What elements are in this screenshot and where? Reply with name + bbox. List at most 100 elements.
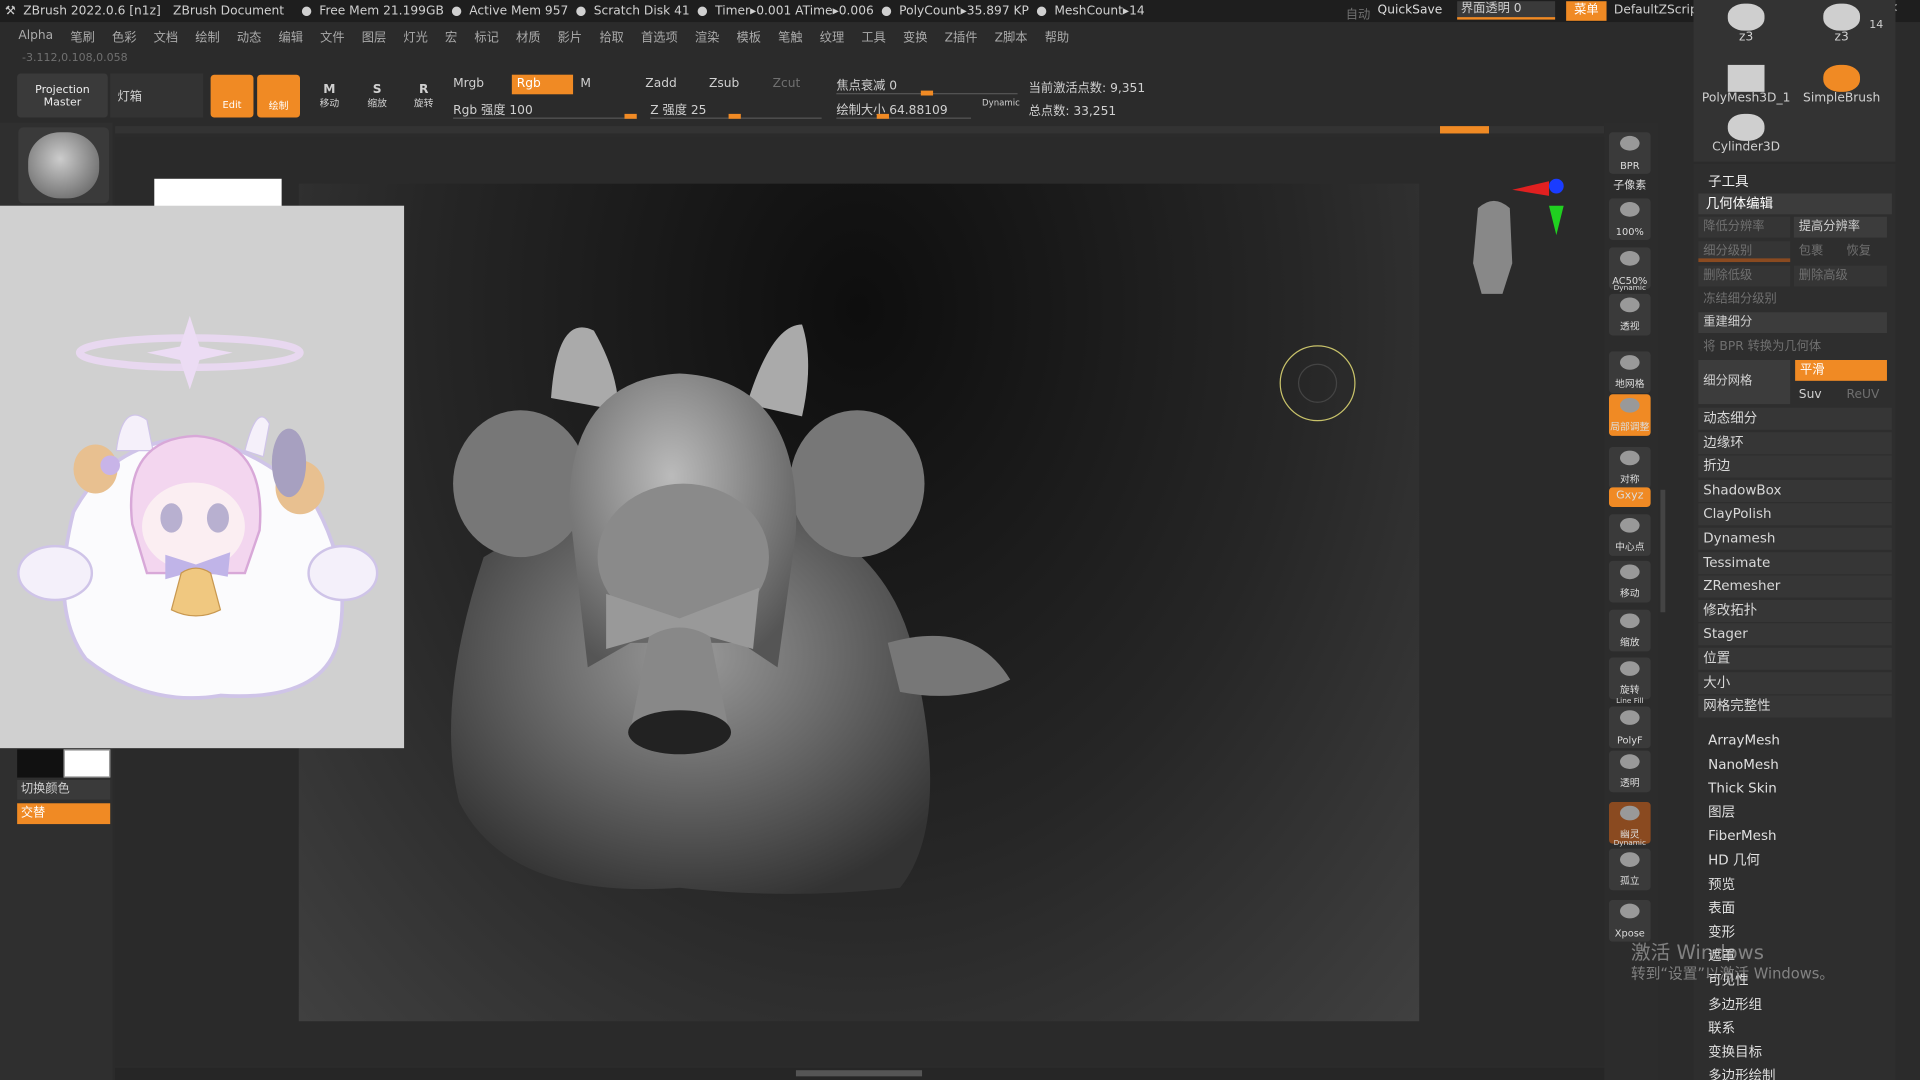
lightbox-button[interactable]: 灯箱 <box>110 73 204 118</box>
menu-item[interactable]: 首选项 <box>641 26 678 44</box>
menu-item[interactable]: 工具 <box>861 26 885 44</box>
subpalette-item[interactable]: 多边形组 <box>1708 994 1762 1016</box>
move-button[interactable]: M 移动 <box>313 83 345 110</box>
lower-res-button[interactable]: 降低分辨率 <box>1698 216 1791 238</box>
shelf-button-12[interactable]: 旋转 <box>1608 657 1651 700</box>
menu-button[interactable]: 菜单 <box>1566 1 1607 21</box>
subpalette-item[interactable]: 图层 <box>1708 802 1735 824</box>
reuv-toggle[interactable]: ReUV <box>1843 384 1887 405</box>
geometry-item[interactable]: Tessimate <box>1698 551 1892 574</box>
menu-item[interactable]: 绘制 <box>195 26 219 44</box>
subtool-header[interactable]: 子工具 <box>1708 171 1748 191</box>
delete-higher-button[interactable]: 删除高级 <box>1793 265 1887 287</box>
menu-item[interactable]: 动态 <box>237 26 261 44</box>
subpalette-item[interactable]: NanoMesh <box>1708 754 1779 776</box>
draw-size-knob[interactable] <box>876 113 889 119</box>
geometry-item[interactable]: 大小 <box>1698 671 1892 694</box>
menu-item[interactable]: 笔触 <box>778 26 802 44</box>
sdiv-slider[interactable]: 细分级别 <box>1698 241 1791 263</box>
menu-item[interactable]: 纹理 <box>820 26 844 44</box>
menu-item[interactable]: 编辑 <box>278 26 302 44</box>
shelf-button-5[interactable]: 地网格 <box>1608 351 1651 394</box>
menu-item[interactable]: 材质 <box>516 26 540 44</box>
menu-item[interactable]: 拾取 <box>599 26 623 44</box>
rotate-button[interactable]: R 旋转 <box>408 83 440 110</box>
mrgb-button[interactable]: Mrgb <box>453 77 484 90</box>
shelf-button-14[interactable]: 透明 <box>1608 750 1651 793</box>
restore-button[interactable]: 恢复 <box>1843 241 1887 262</box>
menu-item[interactable]: 宏 <box>445 26 457 44</box>
switch-color-button[interactable]: 切换颜色 <box>17 780 111 800</box>
brush-thumbnail[interactable] <box>18 127 109 204</box>
shelf-button-11[interactable]: 缩放 <box>1608 609 1651 652</box>
edit-button[interactable]: Edit <box>210 74 254 118</box>
reconstruct-subdiv-button[interactable]: 重建细分 <box>1698 312 1887 334</box>
quicksave-button[interactable]: QuickSave <box>1378 4 1443 17</box>
navigation-gizmo[interactable] <box>1463 171 1573 306</box>
tool-thumb-1[interactable]: z3 14 <box>1795 0 1888 49</box>
top-scrollbar[interactable] <box>115 126 1605 134</box>
subpalette-item[interactable]: HD 几何 <box>1708 850 1760 872</box>
geometry-item[interactable]: ZRemesher <box>1698 575 1892 598</box>
shelf-button-15[interactable]: 幽灵 <box>1608 802 1651 844</box>
subpalette-item[interactable]: 表面 <box>1708 898 1735 920</box>
menu-item[interactable]: Z插件 <box>945 26 978 44</box>
geometry-item[interactable]: 边缘环 <box>1698 431 1892 454</box>
shelf-button-6[interactable]: 局部调整 <box>1608 394 1651 436</box>
projection-master-button[interactable]: Projection Master <box>17 73 108 118</box>
shelf-button-4[interactable]: Dynamic 透视 <box>1608 284 1651 336</box>
cage-button[interactable]: 包裹 <box>1795 241 1839 262</box>
tool-thumb-0[interactable]: z3 <box>1700 0 1793 49</box>
menu-item[interactable]: 图层 <box>362 26 386 44</box>
focal-slider-knob[interactable] <box>920 90 934 96</box>
delete-lower-button[interactable]: 删除低级 <box>1698 265 1791 287</box>
menu-item[interactable]: 变换 <box>903 26 927 44</box>
menu-item[interactable]: 渲染 <box>695 26 719 44</box>
alternate-button[interactable]: 交替 <box>17 803 111 825</box>
shelf-button-2[interactable]: 100% <box>1608 198 1651 241</box>
tool-thumb-4[interactable]: Cylinder3D <box>1700 110 1793 159</box>
primary-color-swatch[interactable] <box>17 749 64 778</box>
tool-thumb-2[interactable]: PolyMesh3D_1 <box>1700 61 1793 110</box>
bpr-to-geo-button[interactable]: 将 BPR 转换为几何体 <box>1698 337 1887 358</box>
sculpt-model[interactable] <box>435 312 1017 906</box>
tool-thumb-3[interactable]: SimpleBrush <box>1795 61 1888 110</box>
menu-item[interactable]: 文档 <box>154 26 178 44</box>
shelf-button-8[interactable]: Gxyz <box>1608 487 1651 507</box>
menu-item[interactable]: Z脚本 <box>995 26 1028 44</box>
shelf-button-10[interactable]: 移动 <box>1608 560 1651 603</box>
rgb-slider-knob[interactable] <box>624 113 637 119</box>
menu-item[interactable]: 文件 <box>320 26 344 44</box>
rgb-intensity-slider[interactable]: Rgb 强度 100 <box>453 99 637 119</box>
subpalette-item[interactable]: 预览 <box>1708 874 1735 896</box>
zadd-button[interactable]: Zadd <box>645 77 676 90</box>
shelf-button-3[interactable]: AC50% <box>1608 247 1651 289</box>
rgb-button[interactable]: Rgb <box>511 74 574 95</box>
scale-button[interactable]: S 缩放 <box>361 83 393 110</box>
menu-item[interactable]: Alpha <box>18 29 53 42</box>
divide-button[interactable]: 细分网格 <box>1698 360 1791 405</box>
higher-res-button[interactable]: 提高分辨率 <box>1793 216 1887 238</box>
geometry-item[interactable]: 折边 <box>1698 455 1892 478</box>
menu-item[interactable]: 笔刷 <box>70 26 94 44</box>
menu-item[interactable]: 帮助 <box>1045 26 1069 44</box>
script-label[interactable]: DefaultZScript <box>1614 4 1703 17</box>
menu-item[interactable]: 色彩 <box>112 26 136 44</box>
z-slider-knob[interactable] <box>728 113 741 119</box>
shelf-button-0[interactable]: BPR <box>1608 132 1651 174</box>
m-button[interactable]: M <box>580 77 591 90</box>
subpalette-item[interactable]: Thick Skin <box>1708 778 1777 800</box>
geometry-item[interactable]: 网格完整性 <box>1698 695 1892 718</box>
smooth-toggle[interactable]: 平滑 <box>1795 360 1887 381</box>
shelf-button-1[interactable]: 子像素 <box>1609 174 1651 192</box>
shelf-button-9[interactable]: 中心点 <box>1608 514 1651 556</box>
ui-transparency-slider[interactable]: 界面透明 0 <box>1457 1 1556 20</box>
shelf-button-7[interactable]: 对称 <box>1608 446 1651 489</box>
subpalette-item[interactable]: 变换目标 <box>1708 1042 1762 1064</box>
geometry-item[interactable]: 修改拓扑 <box>1698 599 1892 622</box>
draw-button[interactable]: 绘制 <box>257 74 301 118</box>
geometry-item[interactable]: Stager <box>1698 623 1892 646</box>
geometry-item[interactable]: 位置 <box>1698 647 1892 670</box>
geometry-item[interactable]: 动态细分 <box>1698 407 1892 430</box>
menu-item[interactable]: 影片 <box>558 26 582 44</box>
